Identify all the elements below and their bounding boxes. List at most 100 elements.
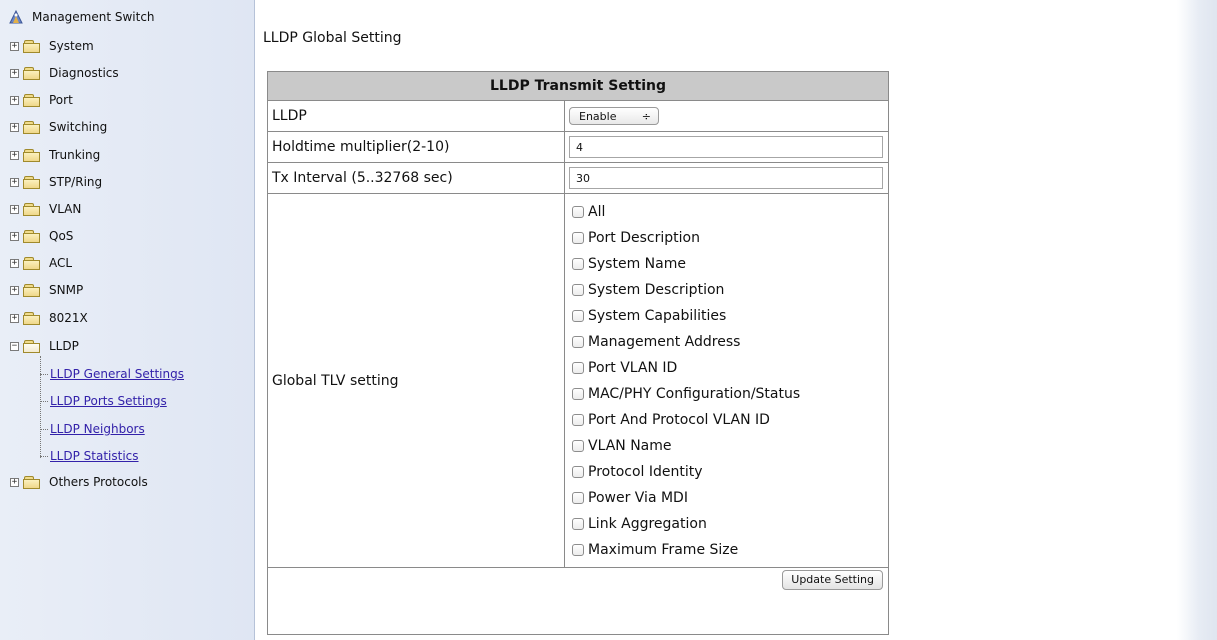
folder-icon <box>23 39 41 53</box>
sidebar-link-lldp-neighbors[interactable]: LLDP Neighbors <box>40 419 145 439</box>
checkbox[interactable] <box>572 414 584 426</box>
sidebar-item-label: System <box>49 39 94 53</box>
checkbox[interactable] <box>572 440 584 452</box>
root-label: Management Switch <box>32 10 155 24</box>
tlv-option-system-capabilities[interactable]: System Capabilities <box>572 303 888 329</box>
expand-icon[interactable]: + <box>10 204 19 214</box>
sidebar-item-switching[interactable]: + Switching <box>10 117 107 137</box>
checkbox[interactable] <box>572 518 584 530</box>
tlv-option-vlan-name[interactable]: VLAN Name <box>572 433 888 459</box>
checkbox[interactable] <box>572 544 584 556</box>
checkbox-label: All <box>588 204 606 220</box>
sidebar-item-system[interactable]: + System <box>10 36 94 56</box>
expand-icon[interactable]: + <box>10 95 19 105</box>
sidebar-link-lldp-general-settings[interactable]: LLDP General Settings <box>40 364 184 384</box>
checkbox-label: Maximum Frame Size <box>588 542 739 558</box>
expand-icon[interactable]: + <box>10 231 19 241</box>
expand-icon[interactable]: + <box>10 258 19 268</box>
checkbox[interactable] <box>572 206 584 218</box>
tlv-option-port-protocol-vlan-id[interactable]: Port And Protocol VLAN ID <box>572 407 888 433</box>
folder-icon <box>23 202 41 216</box>
tx-interval-value-cell <box>564 162 889 194</box>
tlv-option-port-vlan-id[interactable]: Port VLAN ID <box>572 355 888 381</box>
tlv-option-maximum-frame-size[interactable]: Maximum Frame Size <box>572 537 888 563</box>
sidebar-item-label: Switching <box>49 120 108 134</box>
checkbox[interactable] <box>572 310 584 322</box>
checkbox-label: VLAN Name <box>588 438 672 454</box>
tx-interval-input[interactable] <box>569 167 883 189</box>
checkbox-label: System Capabilities <box>588 308 727 324</box>
tlv-option-management-address[interactable]: Management Address <box>572 329 888 355</box>
sidebar-item-acl[interactable]: + ACL <box>10 253 72 273</box>
expand-icon[interactable]: + <box>10 68 19 78</box>
expand-icon[interactable]: + <box>10 313 19 323</box>
checkbox[interactable] <box>572 232 584 244</box>
checkbox[interactable] <box>572 258 584 270</box>
tlv-option-power-via-mdi[interactable]: Power Via MDI <box>572 485 888 511</box>
expand-icon[interactable]: + <box>10 177 19 187</box>
sidebar-link-lldp-ports-settings[interactable]: LLDP Ports Settings <box>40 391 167 411</box>
tlv-checkbox-list: All Port Description System Name System … <box>569 194 888 567</box>
checkbox-label: MAC/PHY Configuration/Status <box>588 386 801 402</box>
folder-icon <box>23 175 41 189</box>
tlv-option-system-name[interactable]: System Name <box>572 251 888 277</box>
checkbox[interactable] <box>572 388 584 400</box>
checkbox-label: Protocol Identity <box>588 464 703 480</box>
expand-icon[interactable]: + <box>10 41 19 51</box>
holdtime-input[interactable] <box>569 136 883 158</box>
folder-icon <box>23 475 41 489</box>
sidebar-item-label: LLDP <box>49 339 79 353</box>
expand-icon[interactable]: + <box>10 150 19 160</box>
update-setting-button[interactable]: Update Setting <box>782 570 883 590</box>
select-value: Enable <box>579 109 617 123</box>
sidebar-link-lldp-statistics[interactable]: LLDP Statistics <box>40 446 139 466</box>
checkbox-label: System Name <box>588 256 686 272</box>
tree-connector <box>40 455 48 457</box>
sidebar-item-8021x[interactable]: + 8021X <box>10 308 88 328</box>
checkbox[interactable] <box>572 466 584 478</box>
table-header: LLDP Transmit Setting <box>267 71 889 101</box>
sidebar-item-snmp[interactable]: + SNMP <box>10 280 83 300</box>
expand-icon[interactable]: + <box>10 477 19 487</box>
sidebar-item-stp-ring[interactable]: + STP/Ring <box>10 172 102 192</box>
tlv-option-link-aggregation[interactable]: Link Aggregation <box>572 511 888 537</box>
sidebar-item-label: Port <box>49 93 73 107</box>
sidebar-item-trunking[interactable]: + Trunking <box>10 145 100 165</box>
checkbox[interactable] <box>572 284 584 296</box>
checkbox-label: System Description <box>588 282 725 298</box>
select-arrows-icon: ÷ <box>641 109 651 123</box>
button-row: Update Setting <box>267 567 889 635</box>
tree-connector <box>40 428 48 430</box>
sidebar-item-qos[interactable]: + QoS <box>10 226 73 246</box>
holdtime-value-cell <box>564 131 889 163</box>
folder-icon <box>23 311 41 325</box>
sidebar-item-diagnostics[interactable]: + Diagnostics <box>10 63 119 83</box>
table-row: Update Setting <box>267 567 889 635</box>
sidebar-item-vlan[interactable]: + VLAN <box>10 199 81 219</box>
lldp-transmit-table: LLDP Transmit Setting LLDP Enable ÷ Hold… <box>267 71 889 635</box>
sidebar-item-others-protocols[interactable]: + Others Protocols <box>10 472 148 492</box>
tlv-option-port-description[interactable]: Port Description <box>572 225 888 251</box>
tlv-option-all[interactable]: All <box>572 199 888 225</box>
checkbox[interactable] <box>572 362 584 374</box>
checkbox[interactable] <box>572 492 584 504</box>
window-edge-shade <box>1177 0 1217 640</box>
tree-root[interactable]: Management Switch <box>8 8 155 26</box>
tree-connector <box>40 373 48 375</box>
sidebar-item-port[interactable]: + Port <box>10 90 73 110</box>
sidebar-link-label: LLDP Neighbors <box>50 422 145 436</box>
collapse-icon[interactable]: − <box>10 341 19 351</box>
tlv-option-protocol-identity[interactable]: Protocol Identity <box>572 459 888 485</box>
expand-icon[interactable]: + <box>10 122 19 132</box>
checkbox-label: Power Via MDI <box>588 490 688 506</box>
table-row: LLDP Enable ÷ <box>267 100 889 132</box>
sidebar-link-label: LLDP General Settings <box>50 367 184 381</box>
switch-app-icon <box>8 9 24 25</box>
expand-icon[interactable]: + <box>10 285 19 295</box>
sidebar-item-lldp[interactable]: − LLDP <box>10 336 79 356</box>
lldp-enable-select[interactable]: Enable ÷ <box>569 107 659 125</box>
checkbox[interactable] <box>572 336 584 348</box>
table-row: Tx Interval (5..32768 sec) <box>267 162 889 194</box>
tlv-option-mac-phy[interactable]: MAC/PHY Configuration/Status <box>572 381 888 407</box>
tlv-option-system-description[interactable]: System Description <box>572 277 888 303</box>
